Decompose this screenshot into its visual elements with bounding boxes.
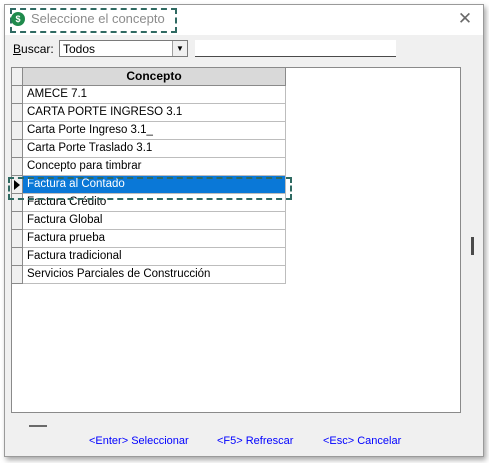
row-indicator[interactable]: [12, 104, 23, 122]
table-row[interactable]: Carta Porte Ingreso 3.1_: [12, 122, 286, 140]
concept-cell[interactable]: Factura prueba: [23, 230, 286, 248]
concept-cell[interactable]: AMECE 7.1: [23, 86, 286, 104]
column-header-concepto[interactable]: Concepto: [23, 68, 286, 86]
search-label-accesskey: B: [13, 42, 22, 56]
app-icon: $: [11, 12, 25, 26]
table-row[interactable]: Factura tradicional: [12, 248, 286, 266]
search-bar: Buscar: Todos ▼: [5, 37, 483, 61]
table-row[interactable]: Factura Global: [12, 212, 286, 230]
search-label: Buscar:: [13, 42, 54, 56]
concept-grid[interactable]: Concepto AMECE 7.1 CARTA PORTE INGRESO 3.…: [11, 67, 461, 413]
current-row-pointer-icon: [14, 180, 20, 190]
concept-cell[interactable]: Concepto para timbrar: [23, 158, 286, 176]
row-indicator[interactable]: [12, 140, 23, 158]
table-row[interactable]: Servicios Parciales de Construcción: [12, 266, 286, 284]
concept-cell[interactable]: Carta Porte Traslado 3.1: [23, 140, 286, 158]
table-row[interactable]: CARTA PORTE INGRESO 3.1: [12, 104, 286, 122]
table-row[interactable]: Factura Crédito: [12, 194, 286, 212]
table-row[interactable]: Factura al Contado: [12, 176, 286, 194]
row-indicator[interactable]: [12, 158, 23, 176]
table-row[interactable]: Concepto para timbrar: [12, 158, 286, 176]
concept-cell[interactable]: Factura Crédito: [23, 194, 286, 212]
status-bar: <Enter> Seleccionar <F5> Refrescar <Esc>…: [5, 435, 483, 453]
row-indicator[interactable]: [12, 266, 23, 284]
window-title: Seleccione el concepto: [31, 11, 165, 26]
close-icon: ✕: [457, 9, 473, 28]
row-indicator[interactable]: [12, 122, 23, 140]
grid-header-row: Concepto: [12, 68, 286, 86]
esc-cancel-hint[interactable]: <Esc> Cancelar: [323, 435, 401, 447]
row-indicator[interactable]: [12, 86, 23, 104]
filter-select-value: Todos: [63, 42, 96, 56]
concept-cell[interactable]: CARTA PORTE INGRESO 3.1: [23, 104, 286, 122]
row-indicator[interactable]: [12, 176, 23, 194]
search-input[interactable]: [195, 40, 396, 57]
header-indicator-cell: [12, 68, 23, 86]
concept-cell[interactable]: Carta Porte Ingreso 3.1_: [23, 122, 286, 140]
table-row[interactable]: AMECE 7.1: [12, 86, 286, 104]
resize-grip: [29, 425, 47, 427]
table-row[interactable]: Carta Porte Traslado 3.1: [12, 140, 286, 158]
row-indicator[interactable]: [12, 248, 23, 266]
row-indicator[interactable]: [12, 212, 23, 230]
concept-cell[interactable]: Servicios Parciales de Construcción: [23, 266, 286, 284]
select-concept-dialog: $ Seleccione el concepto ✕ Buscar: Todos…: [4, 4, 484, 457]
table-row[interactable]: Factura prueba: [12, 230, 286, 248]
chevron-down-icon[interactable]: ▼: [172, 41, 187, 56]
close-button[interactable]: ✕: [455, 9, 475, 29]
search-label-text: uscar:: [21, 42, 54, 56]
filter-select[interactable]: Todos ▼: [59, 40, 188, 57]
concept-cell[interactable]: Factura tradicional: [23, 248, 286, 266]
concept-cell[interactable]: Factura Global: [23, 212, 286, 230]
enter-select-hint[interactable]: <Enter> Seleccionar: [89, 435, 189, 447]
f5-refresh-hint[interactable]: <F5> Refrescar: [217, 435, 293, 447]
title-bar: $ Seleccione el concepto ✕: [5, 5, 483, 35]
row-indicator[interactable]: [12, 230, 23, 248]
concept-cell[interactable]: Factura al Contado: [23, 176, 286, 194]
row-indicator[interactable]: [12, 194, 23, 212]
scrollbar-thumb[interactable]: [471, 237, 474, 255]
